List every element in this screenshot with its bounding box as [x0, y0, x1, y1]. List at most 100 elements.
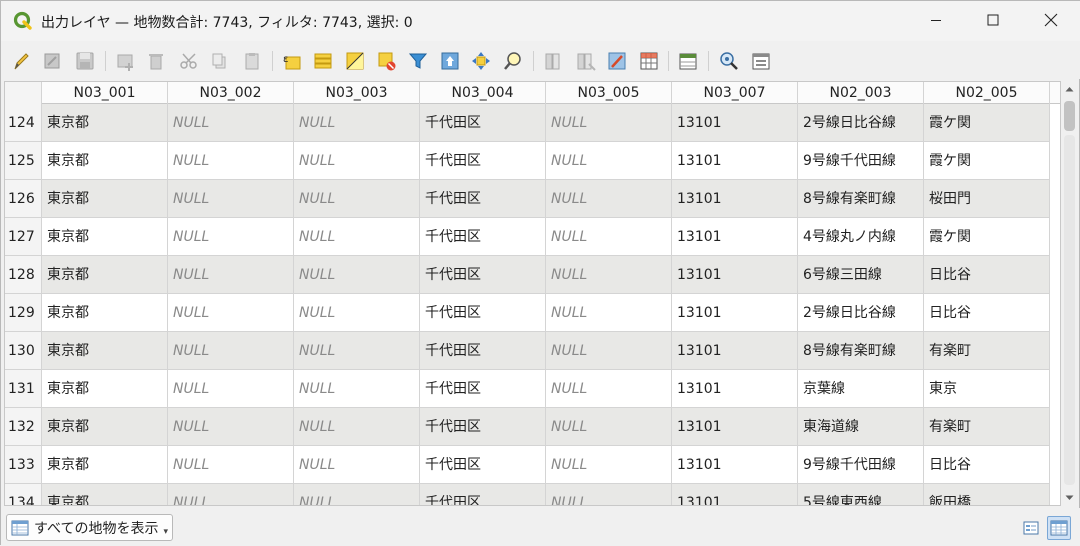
table-cell[interactable]: 9号線千代田線 — [798, 142, 924, 180]
table-cell[interactable]: 8号線有楽町線 — [798, 180, 924, 218]
delete-feature-icon[interactable] — [145, 50, 167, 72]
switch-to-table-view-button[interactable] — [1047, 516, 1071, 540]
table-cell[interactable]: NULL — [546, 446, 672, 484]
table-cell[interactable]: 6号線三田線 — [798, 256, 924, 294]
invert-selection-icon[interactable] — [344, 50, 366, 72]
table-row[interactable]: 130 東京都 NULL NULL 千代田区 NULL 13101 8号線有楽町線 有楽町 — [5, 332, 1060, 370]
table-cell[interactable]: 日比谷 — [924, 446, 1050, 484]
column-header[interactable]: N03_005 — [546, 82, 672, 104]
row-number[interactable]: 126 — [5, 180, 42, 218]
vertical-scrollbar[interactable] — [1061, 81, 1078, 506]
table-cell[interactable]: NULL — [546, 256, 672, 294]
table-cell[interactable]: 千代田区 — [420, 104, 546, 142]
table-cell[interactable]: 東京都 — [42, 142, 168, 180]
table-cell[interactable]: 霞ケ関 — [924, 104, 1050, 142]
table-row[interactable]: 129 東京都 NULL NULL 千代田区 NULL 13101 2号線日比谷線 日比谷 — [5, 294, 1060, 332]
column-header[interactable]: N03_002 — [168, 82, 294, 104]
row-number[interactable]: 132 — [5, 408, 42, 446]
table-cell[interactable]: NULL — [168, 104, 294, 142]
pan-to-selected-icon[interactable] — [470, 50, 492, 72]
row-number[interactable]: 134 — [5, 484, 42, 505]
column-header[interactable]: N03_007 — [672, 82, 798, 104]
table-cell[interactable]: 有楽町 — [924, 408, 1050, 446]
scroll-up-arrow-icon[interactable] — [1061, 81, 1078, 97]
table-cell[interactable]: 東京都 — [42, 256, 168, 294]
delete-field-icon[interactable] — [575, 50, 597, 72]
minimize-button[interactable] — [907, 1, 965, 39]
table-cell[interactable]: 13101 — [672, 142, 798, 180]
table-cell[interactable]: NULL — [294, 256, 420, 294]
table-cell[interactable]: 桜田門 — [924, 180, 1050, 218]
paste-icon[interactable] — [241, 50, 263, 72]
table-cell[interactable]: NULL — [294, 370, 420, 408]
table-cell[interactable]: 4号線丸ノ内線 — [798, 218, 924, 256]
table-cell[interactable]: 13101 — [672, 370, 798, 408]
select-all-icon[interactable] — [312, 50, 334, 72]
table-cell[interactable]: NULL — [294, 294, 420, 332]
table-cell[interactable]: NULL — [168, 370, 294, 408]
table-cell[interactable]: 千代田区 — [420, 446, 546, 484]
table-cell[interactable]: NULL — [546, 332, 672, 370]
scroll-down-arrow-icon[interactable] — [1061, 490, 1078, 506]
table-cell[interactable]: 東海道線 — [798, 408, 924, 446]
table-cell[interactable]: 千代田区 — [420, 294, 546, 332]
table-row[interactable]: 124 東京都 NULL NULL 千代田区 NULL 13101 2号線日比谷線 霞ケ関 — [5, 104, 1060, 142]
table-row[interactable]: 126 東京都 NULL NULL 千代田区 NULL 13101 8号線有楽町線 桜田門 — [5, 180, 1060, 218]
table-cell[interactable]: 東京都 — [42, 104, 168, 142]
table-cell[interactable]: 13101 — [672, 104, 798, 142]
new-field-icon[interactable] — [543, 50, 565, 72]
table-cell[interactable]: 千代田区 — [420, 142, 546, 180]
scroll-track[interactable] — [1064, 135, 1075, 485]
column-header[interactable]: N03_004 — [420, 82, 546, 104]
table-cell[interactable]: 13101 — [672, 408, 798, 446]
table-cell[interactable]: NULL — [168, 180, 294, 218]
table-row[interactable]: 127 東京都 NULL NULL 千代田区 NULL 13101 4号線丸ノ内線 霞ケ関 — [5, 218, 1060, 256]
close-button[interactable] — [1022, 1, 1080, 39]
table-cell[interactable]: 日比谷 — [924, 256, 1050, 294]
table-cell[interactable]: NULL — [294, 332, 420, 370]
table-cell[interactable]: 13101 — [672, 294, 798, 332]
table-row[interactable]: 128 東京都 NULL NULL 千代田区 NULL 13101 6号線三田線 日比谷 — [5, 256, 1060, 294]
table-cell[interactable]: NULL — [546, 104, 672, 142]
table-cell[interactable]: 京葉線 — [798, 370, 924, 408]
table-cell[interactable]: NULL — [294, 180, 420, 218]
table-row[interactable]: 125 東京都 NULL NULL 千代田区 NULL 13101 9号線千代田線 霞ケ関 — [5, 142, 1060, 180]
table-cell[interactable]: NULL — [546, 218, 672, 256]
table-row[interactable]: 133 東京都 NULL NULL 千代田区 NULL 13101 9号線千代田線 日比谷 — [5, 446, 1060, 484]
table-cell[interactable]: 東京都 — [42, 218, 168, 256]
table-cell[interactable]: 千代田区 — [420, 218, 546, 256]
table-cell[interactable]: 霞ケ関 — [924, 142, 1050, 180]
column-header[interactable]: N03_001 — [42, 82, 168, 104]
table-cell[interactable]: 13101 — [672, 180, 798, 218]
table-cell[interactable]: NULL — [168, 218, 294, 256]
table-cell[interactable]: 日比谷 — [924, 294, 1050, 332]
attribute-table[interactable]: N03_001 N03_002 N03_003 N03_004 N03_005 N03_0… — [4, 81, 1061, 506]
row-number[interactable]: 125 — [5, 142, 42, 180]
table-cell[interactable]: NULL — [546, 180, 672, 218]
cut-icon[interactable] — [178, 50, 200, 72]
table-cell[interactable]: NULL — [168, 484, 294, 505]
maximize-button[interactable] — [964, 1, 1022, 39]
table-cell[interactable]: 東京都 — [42, 408, 168, 446]
table-cell[interactable]: 東京 — [924, 370, 1050, 408]
table-cell[interactable]: 13101 — [672, 484, 798, 505]
table-cell[interactable]: NULL — [546, 484, 672, 505]
table-cell[interactable]: 8号線有楽町線 — [798, 332, 924, 370]
table-cell[interactable]: 霞ケ関 — [924, 218, 1050, 256]
table-cell[interactable]: 13101 — [672, 332, 798, 370]
table-cell[interactable]: NULL — [168, 256, 294, 294]
row-number[interactable]: 131 — [5, 370, 42, 408]
table-cell[interactable]: NULL — [294, 218, 420, 256]
column-header[interactable]: N02_005 — [924, 82, 1050, 104]
table-cell[interactable]: 有楽町 — [924, 332, 1050, 370]
table-cell[interactable]: 東京都 — [42, 294, 168, 332]
row-number[interactable]: 130 — [5, 332, 42, 370]
table-cell[interactable]: 13101 — [672, 256, 798, 294]
deselect-all-icon[interactable] — [376, 50, 398, 72]
row-number[interactable]: 133 — [5, 446, 42, 484]
table-cell[interactable]: 千代田区 — [420, 332, 546, 370]
filter-select-icon[interactable] — [407, 50, 429, 72]
zoom-to-selected-icon[interactable] — [502, 50, 524, 72]
table-cell[interactable]: 東京都 — [42, 370, 168, 408]
table-cell[interactable]: 2号線日比谷線 — [798, 104, 924, 142]
